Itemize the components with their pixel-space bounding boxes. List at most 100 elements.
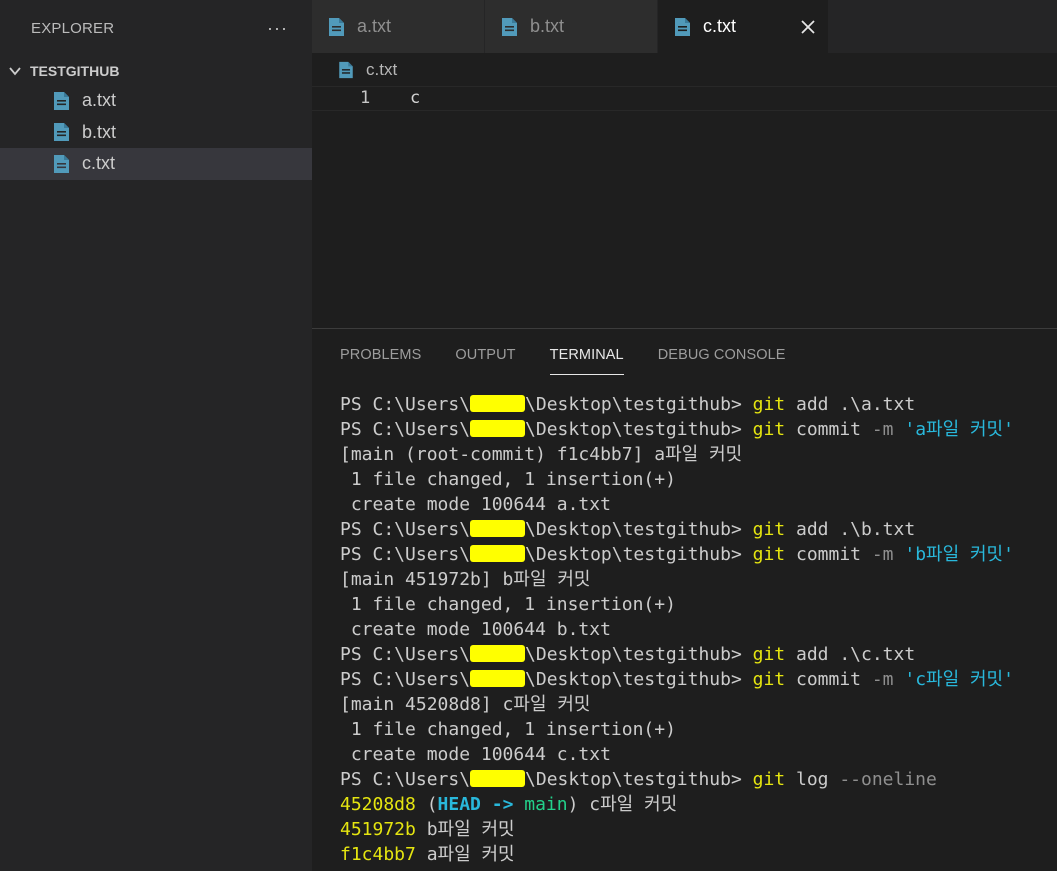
editor-tabbar: a.txt b.txt c.txt: [312, 0, 1057, 53]
terminal-text: c파일 커밋: [578, 794, 678, 815]
terminal-text: 1 file changed, 1 insertion(+): [340, 469, 676, 490]
terminal-text: PS C:\Users\: [340, 669, 471, 690]
terminal-text: 1 file changed, 1 insertion(+): [340, 594, 676, 615]
breadcrumb[interactable]: c.txt: [338, 58, 397, 82]
breadcrumb-label: c.txt: [366, 60, 398, 79]
terminal-line: PS C:\Users\ \Desktop\testgithub> git com…: [340, 417, 1057, 442]
folder-name: TESTGITHUB: [30, 63, 120, 79]
terminal-text: -m: [871, 419, 894, 440]
terminal-text: create mode 100644 a.txt: [340, 494, 611, 515]
redaction-mark: [470, 670, 526, 687]
terminal-line: [main 45208d8] c파일 커밋: [340, 692, 1057, 717]
explorer-title: EXPLORER: [31, 20, 115, 37]
file-item-a[interactable]: a.txt: [0, 85, 312, 117]
terminal-output[interactable]: PS C:\Users\ \Desktop\testgithub> git add…: [340, 392, 1057, 867]
file-icon: [675, 17, 690, 36]
terminal-text: commit: [785, 544, 872, 565]
terminal-line: 451972b b파일 커밋: [340, 817, 1057, 842]
tab-output[interactable]: OUTPUT: [455, 347, 515, 375]
terminal-text: [main 451972b] b파일 커밋: [340, 569, 591, 590]
terminal-text: 'b파일 커밋': [893, 544, 1014, 565]
terminal-text: (: [415, 794, 438, 815]
terminal-text: PS C:\Users\: [340, 769, 471, 790]
terminal-text: git: [752, 644, 786, 665]
terminal-text: commit: [785, 669, 872, 690]
file-icon: [54, 123, 69, 142]
terminal-text: main: [524, 794, 568, 815]
redaction-mark: [470, 395, 526, 412]
explorer-header: EXPLORER ···: [0, 0, 312, 57]
tab-problems[interactable]: PROBLEMS: [340, 347, 421, 375]
redaction-mark: [470, 520, 526, 537]
terminal-line: 1 file changed, 1 insertion(+): [340, 717, 1057, 742]
file-icon: [54, 154, 69, 173]
folder-row[interactable]: TESTGITHUB: [0, 57, 312, 85]
terminal-line: PS C:\Users\ \Desktop\testgithub> git add…: [340, 392, 1057, 417]
redaction-mark: [470, 770, 526, 787]
terminal-text: git: [752, 519, 786, 540]
file-item-b[interactable]: b.txt: [0, 117, 312, 149]
redaction-mark: [470, 645, 526, 662]
terminal-line: create mode 100644 b.txt: [340, 617, 1057, 642]
terminal-line: f1c4bb7 a파일 커밋: [340, 842, 1057, 867]
terminal-line: PS C:\Users\ \Desktop\testgithub> git log…: [340, 767, 1057, 792]
tab-a-txt[interactable]: a.txt: [312, 0, 485, 53]
file-label: a.txt: [82, 90, 117, 111]
terminal-text: -m: [871, 544, 894, 565]
terminal-text: \Desktop\testgithub>: [525, 669, 753, 690]
terminal-text: \Desktop\testgithub>: [525, 644, 753, 665]
file-item-c[interactable]: c.txt: [0, 148, 312, 180]
terminal-text: b파일 커밋: [415, 819, 515, 840]
terminal-line: [main 451972b] b파일 커밋: [340, 567, 1057, 592]
terminal-text: 451972b: [340, 819, 416, 840]
tab-c-txt[interactable]: c.txt: [658, 0, 829, 53]
editor-text[interactable]: c: [410, 88, 420, 108]
terminal-text: PS C:\Users\: [340, 544, 471, 565]
file-icon: [54, 91, 69, 110]
terminal-line: PS C:\Users\ \Desktop\testgithub> git add…: [340, 642, 1057, 667]
file-icon: [502, 17, 517, 36]
terminal-text: a파일 커밋: [415, 844, 515, 865]
terminal-text: git: [752, 669, 786, 690]
terminal-text: log: [785, 769, 840, 790]
terminal-text: 1 file changed, 1 insertion(+): [340, 719, 676, 740]
file-icon: [339, 61, 353, 79]
tab-label: b.txt: [530, 16, 565, 36]
close-icon[interactable]: [800, 19, 816, 35]
terminal-line: PS C:\Users\ \Desktop\testgithub> git com…: [340, 542, 1057, 567]
file-label: c.txt: [82, 153, 116, 174]
tab-label: a.txt: [357, 16, 392, 36]
terminal-text: create mode 100644 b.txt: [340, 619, 611, 640]
terminal-line: create mode 100644 c.txt: [340, 742, 1057, 767]
terminal-text: \Desktop\testgithub>: [525, 394, 753, 415]
line-number: 1: [360, 88, 371, 108]
terminal-text: 45208d8: [340, 794, 416, 815]
terminal-text: \Desktop\testgithub>: [525, 419, 753, 440]
file-icon: [329, 17, 344, 36]
terminal-text: PS C:\Users\: [340, 519, 471, 540]
terminal-line: 1 file changed, 1 insertion(+): [340, 592, 1057, 617]
terminal-text: PS C:\Users\: [340, 644, 471, 665]
terminal-text: [main (root-commit) f1c4bb7] a파일 커밋: [340, 444, 743, 465]
terminal-text: ): [567, 794, 579, 815]
terminal-text: add .\c.txt: [785, 644, 916, 665]
bottom-panel: PROBLEMS OUTPUT TERMINAL DEBUG CONSOLE P…: [312, 328, 1057, 871]
terminal-text: git: [752, 769, 786, 790]
more-actions-icon[interactable]: ···: [267, 18, 288, 39]
terminal-text: 'c파일 커밋': [893, 669, 1014, 690]
redaction-mark: [470, 545, 526, 562]
explorer-sidebar: EXPLORER ··· TESTGITHUB a.txt b.txt c.tx…: [0, 0, 312, 871]
terminal-text: \Desktop\testgithub>: [525, 519, 753, 540]
terminal-text: git: [752, 544, 786, 565]
terminal-text: [main 45208d8] c파일 커밋: [340, 694, 591, 715]
terminal-text: PS C:\Users\: [340, 419, 471, 440]
terminal-line: [main (root-commit) f1c4bb7] a파일 커밋: [340, 442, 1057, 467]
tab-terminal[interactable]: TERMINAL: [549, 347, 624, 375]
tab-debug-console[interactable]: DEBUG CONSOLE: [658, 347, 786, 375]
tab-label: c.txt: [703, 16, 737, 36]
terminal-line: PS C:\Users\ \Desktop\testgithub> git com…: [340, 667, 1057, 692]
terminal-line: create mode 100644 a.txt: [340, 492, 1057, 517]
current-line-highlight[interactable]: [312, 86, 1057, 111]
tab-b-txt[interactable]: b.txt: [485, 0, 658, 53]
terminal-text: git: [752, 419, 786, 440]
